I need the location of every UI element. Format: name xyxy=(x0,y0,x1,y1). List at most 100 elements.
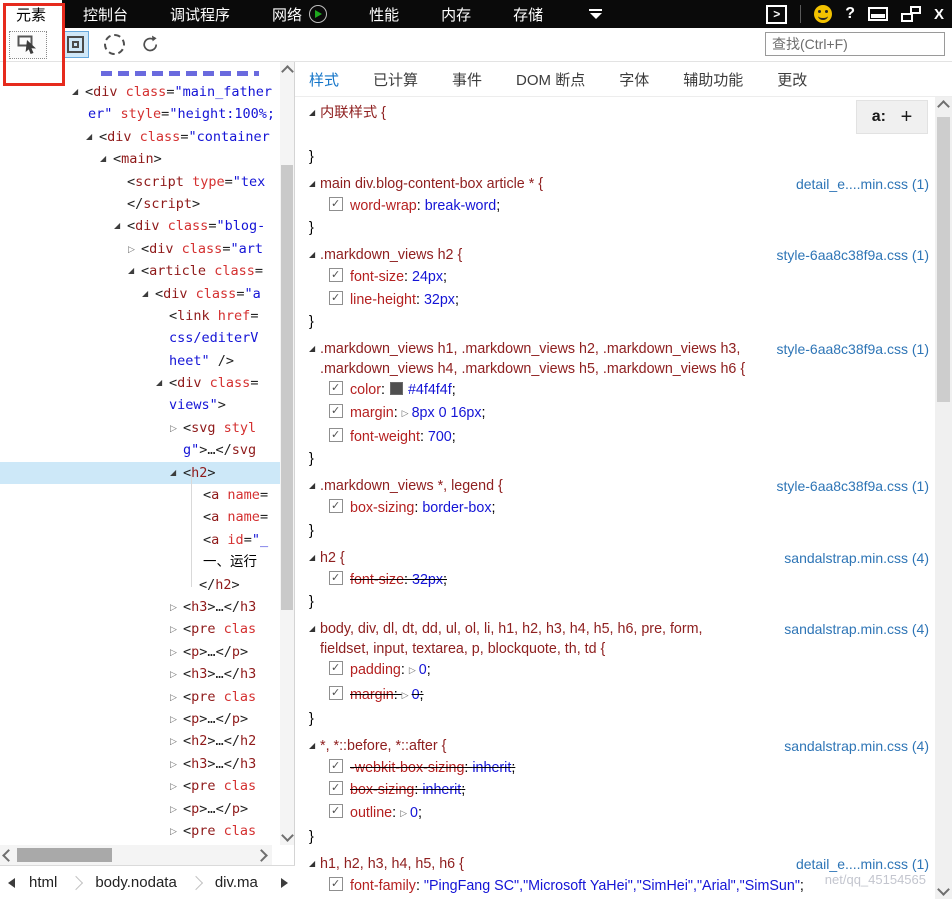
rotate-refresh-icon[interactable] xyxy=(140,34,161,55)
dom-tree-row[interactable]: views"> xyxy=(0,394,294,416)
dom-tree-row[interactable]: <pre clas xyxy=(0,618,294,640)
expanded-arrow-icon[interactable] xyxy=(100,148,113,172)
property-checkbox[interactable] xyxy=(329,755,343,777)
dom-tree-row[interactable]: <div class="a xyxy=(0,283,294,305)
feedback-smiley-icon[interactable] xyxy=(814,5,833,23)
rule-selector[interactable]: main div.blog-content-box article * { xyxy=(309,175,788,195)
collapsed-arrow-icon[interactable] xyxy=(170,775,183,799)
dom-tree-row[interactable]: </script> xyxy=(0,193,294,215)
dom-tree-row[interactable]: <p>…</p> xyxy=(0,641,294,663)
expanded-arrow-icon[interactable] xyxy=(309,175,320,195)
rule-selector[interactable]: .markdown_views h4, .markdown_views h5, … xyxy=(309,360,768,379)
collapsed-arrow-icon[interactable] xyxy=(170,753,183,777)
property-checkbox[interactable] xyxy=(329,400,343,422)
css-property-row[interactable]: font-weight: 700; xyxy=(309,424,935,448)
rule-selector[interactable]: 内联样式 { xyxy=(309,104,935,124)
css-property-row[interactable]: -webkit-box-sizing: inherit; xyxy=(309,755,935,779)
css-property-row[interactable]: color: #4f4f4f; xyxy=(309,377,935,401)
dom-tree-row[interactable]: <p>…</p> xyxy=(0,708,294,730)
rule-selector[interactable]: *, *::before, *::after { xyxy=(309,737,776,757)
expanded-arrow-icon[interactable] xyxy=(309,246,320,266)
dom-tree-row[interactable]: <div class= xyxy=(0,372,294,394)
property-checkbox[interactable] xyxy=(329,800,343,822)
undock-window-icon[interactable] xyxy=(900,6,921,22)
dom-tree-row[interactable]: <div class="container xyxy=(0,126,294,148)
scroll-up-icon[interactable] xyxy=(281,65,294,78)
devtools-tab-storage[interactable]: 存储 xyxy=(492,0,564,28)
expanded-arrow-icon[interactable] xyxy=(309,104,320,124)
tab-fonts[interactable]: 字体 xyxy=(619,69,649,90)
styles-vscroll-thumb[interactable] xyxy=(937,117,950,402)
search-input[interactable] xyxy=(765,32,945,56)
rule-selector[interactable]: .markdown_views h2 { xyxy=(309,246,768,266)
rule-selector[interactable]: h2 { xyxy=(309,549,776,569)
expanded-arrow-icon[interactable] xyxy=(309,855,320,875)
expanded-arrow-icon[interactable] xyxy=(309,340,320,360)
dom-tree-row[interactable]: <article class= xyxy=(0,260,294,282)
expanded-arrow-icon[interactable] xyxy=(114,215,127,239)
dom-tree-row[interactable]: <pre clas xyxy=(0,686,294,708)
expanded-arrow-icon[interactable] xyxy=(309,737,320,757)
dom-tree-row[interactable]: <h3>…</h3 xyxy=(0,753,294,775)
property-checkbox[interactable] xyxy=(329,682,343,704)
dom-tree-row[interactable]: <svg styl xyxy=(0,417,294,439)
css-property-row[interactable]: line-height: 32px; xyxy=(309,287,935,311)
stylesheet-link[interactable]: style-6aa8c38f9a.css (1) xyxy=(776,246,929,265)
collapsed-arrow-icon[interactable] xyxy=(128,238,141,262)
styles-vertical-scrollbar[interactable] xyxy=(935,97,952,899)
devtools-tab-debugger[interactable]: 调试程序 xyxy=(149,0,251,28)
css-property-row[interactable]: margin: 0; xyxy=(309,682,935,708)
dom-tree-row[interactable]: <h2>…</h2 xyxy=(0,730,294,752)
collapsed-arrow-icon[interactable] xyxy=(170,730,183,754)
add-rule-button[interactable]: + xyxy=(901,106,913,129)
collapsed-arrow-icon[interactable] xyxy=(170,417,183,441)
dom-tree-row[interactable]: 一、运行 xyxy=(0,551,294,573)
collapsed-arrow-icon[interactable] xyxy=(170,798,183,822)
stylesheet-link[interactable]: sandalstrap.min.css (4) xyxy=(784,737,929,756)
dom-tree-row[interactable]: <div class="main_father xyxy=(0,81,294,103)
property-checkbox[interactable] xyxy=(329,193,343,215)
select-element-button[interactable] xyxy=(9,30,47,59)
dom-horizontal-scrollbar[interactable] xyxy=(0,845,272,865)
expanded-arrow-icon[interactable] xyxy=(72,81,85,105)
help-icon[interactable]: ? xyxy=(845,5,855,23)
tab-dom-breakpoints[interactable]: DOM 断点 xyxy=(516,69,585,90)
scroll-left-icon[interactable] xyxy=(2,849,15,862)
dom-tree-row[interactable]: <h3>…</h3 xyxy=(0,663,294,685)
css-property-row[interactable]: box-sizing: border-box; xyxy=(309,495,935,519)
dom-tree-row[interactable]: <a id="_ xyxy=(0,529,294,551)
rule-selector[interactable]: h1, h2, h3, h4, h5, h6 { xyxy=(309,855,788,875)
dom-tree-row[interactable]: <pre clas xyxy=(0,775,294,797)
font-size-button[interactable]: a: xyxy=(872,108,886,126)
css-property-row[interactable]: font-family: "PingFang SC","Microsoft Ya… xyxy=(309,873,935,897)
collapsed-arrow-icon[interactable] xyxy=(402,684,409,708)
devtools-tab-memory[interactable]: 内存 xyxy=(420,0,492,28)
dom-vertical-scrollbar[interactable] xyxy=(280,62,294,845)
dom-vscroll-thumb[interactable] xyxy=(281,165,293,610)
stylesheet-link[interactable]: detail_e....min.css (1) xyxy=(796,855,929,874)
collapsed-arrow-icon[interactable] xyxy=(409,659,416,683)
dom-tree-row[interactable]: css/editerV xyxy=(0,327,294,349)
css-property-row[interactable]: outline: 0; xyxy=(309,800,935,826)
expanded-arrow-icon[interactable] xyxy=(142,283,155,307)
property-checkbox[interactable] xyxy=(329,777,343,800)
dock-window-icon[interactable] xyxy=(867,7,888,21)
devtools-tab-elements[interactable]: 元素 xyxy=(0,0,63,28)
tab-computed[interactable]: 已计算 xyxy=(373,69,418,90)
collapsed-arrow-icon[interactable] xyxy=(170,820,183,844)
dom-hscroll-thumb[interactable] xyxy=(17,848,112,862)
tab-events[interactable]: 事件 xyxy=(452,69,482,90)
stylesheet-link[interactable]: sandalstrap.min.css (4) xyxy=(784,620,929,639)
css-property-row[interactable]: margin: 8px 0 16px; xyxy=(309,400,935,426)
tab-changes[interactable]: 更改 xyxy=(777,69,807,90)
open-console-icon[interactable]: > xyxy=(766,4,788,24)
tab-styles[interactable]: 样式 xyxy=(309,69,339,90)
tab-accessibility[interactable]: 辅助功能 xyxy=(683,69,743,90)
collapsed-arrow-icon[interactable] xyxy=(170,596,183,620)
dom-tree-row[interactable]: <main> xyxy=(0,148,294,170)
devtools-tab-console[interactable]: 控制台 xyxy=(62,0,149,28)
property-checkbox[interactable] xyxy=(329,495,343,518)
stylesheet-link[interactable]: style-6aa8c38f9a.css (1) xyxy=(776,477,929,496)
collapsed-arrow-icon[interactable] xyxy=(170,663,183,687)
css-property-row[interactable]: box-sizing: inherit; xyxy=(309,777,935,801)
